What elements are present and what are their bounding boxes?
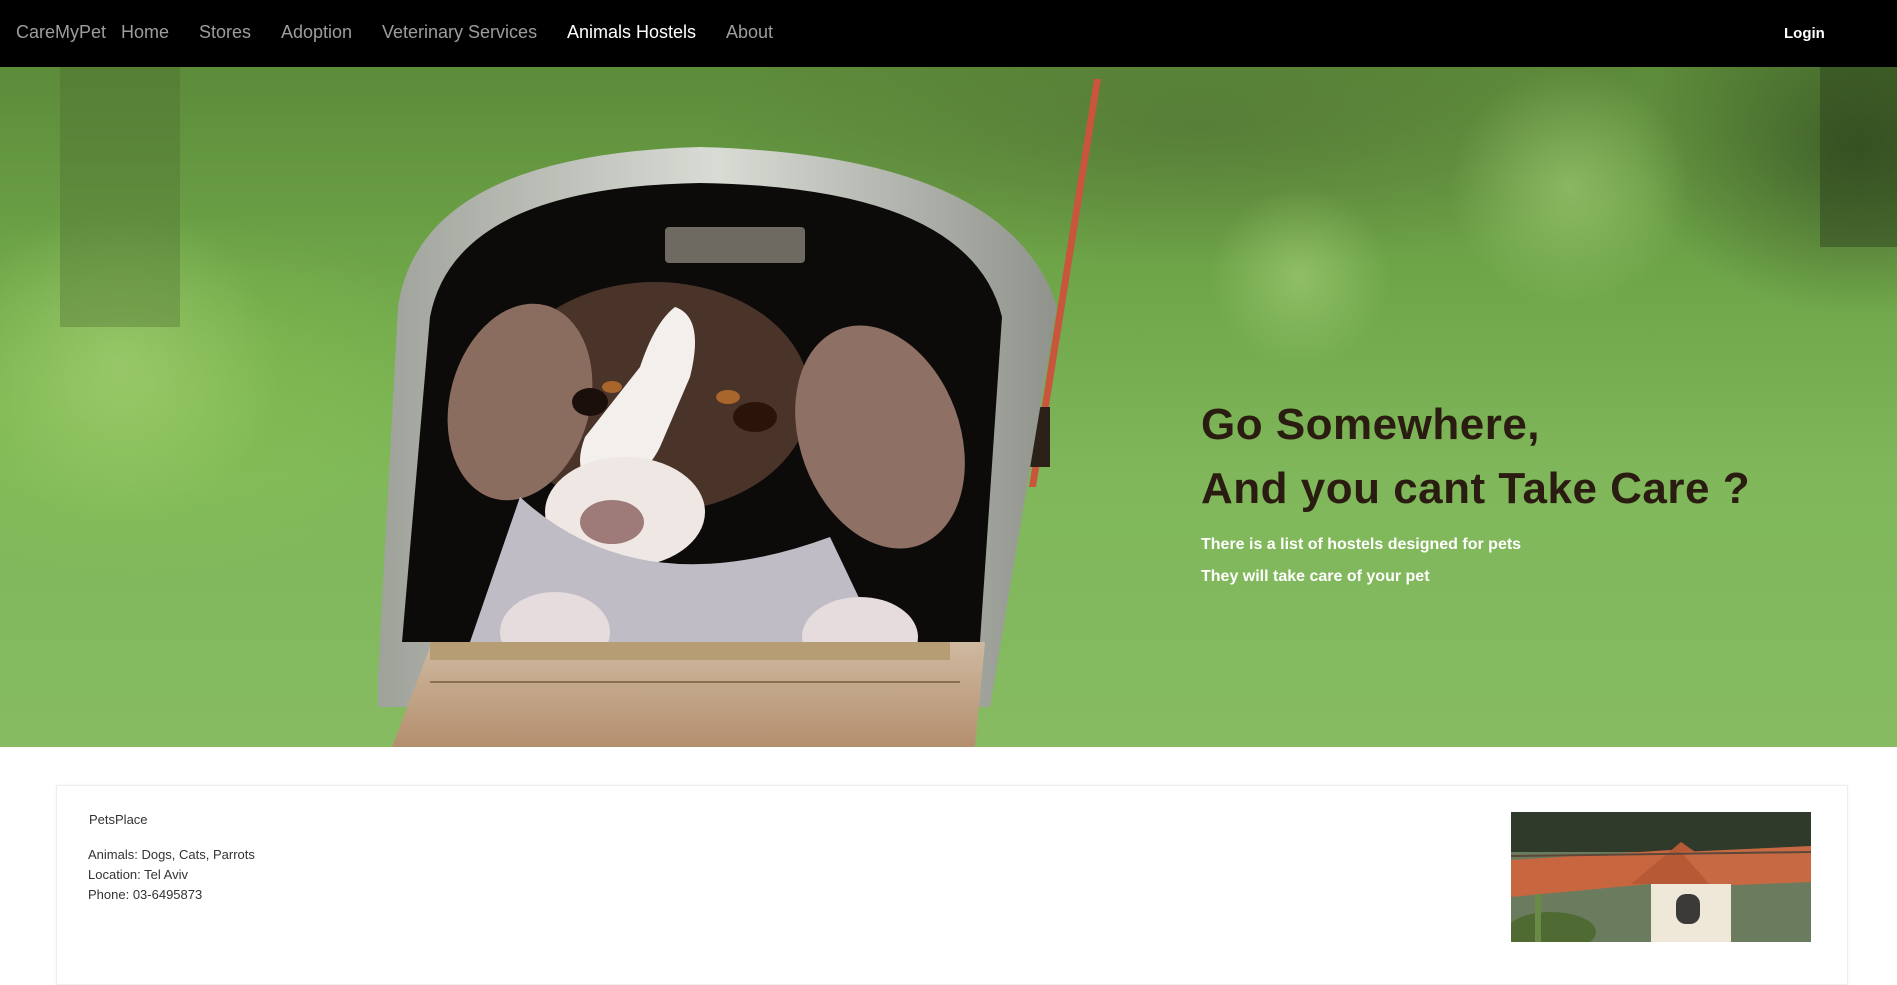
hostel-photo [1511, 812, 1811, 942]
login-button[interactable]: Login [1784, 25, 1825, 42]
hero-banner: Go Somewhere, And you cant Take Care ? T… [0, 67, 1897, 747]
hero-subtitle-line-1: There is a list of hostels designed for … [1201, 536, 1522, 553]
hero-title: Go Somewhere, And you cant Take Care ? [1201, 393, 1861, 521]
nav-link-veterinary-services[interactable]: Veterinary Services [382, 22, 537, 43]
nav-link-stores[interactable]: Stores [199, 22, 251, 43]
nav-link-adoption[interactable]: Adoption [281, 22, 352, 43]
hero-text-block: Go Somewhere, And you cant Take Care ? T… [1201, 393, 1861, 593]
hostel-building-image [1511, 812, 1811, 942]
hero-title-line-1: Go Somewhere, [1201, 400, 1541, 449]
nav-link-animals-hostels[interactable]: Animals Hostels [567, 22, 696, 43]
hero-title-line-2: And you cant Take Care ? [1201, 464, 1751, 513]
nav-link-about[interactable]: About [726, 22, 773, 43]
hero-subtitle-line-2: They will take care of your pet [1201, 568, 1430, 585]
hostel-name: PetsPlace [89, 812, 148, 827]
hostel-location: Location: Tel Aviv [88, 867, 188, 882]
top-navbar: CareMyPet Home Stores Adoption Veterinar… [0, 0, 1897, 67]
hero-subtitle: There is a list of hostels designed for … [1201, 529, 1861, 593]
hostel-phone: Phone: 03-6495873 [88, 887, 203, 902]
hostel-animals: Animals: Dogs, Cats, Parrots [88, 847, 255, 862]
hostel-card[interactable]: PetsPlace Animals: Dogs, Cats, Parrots L… [56, 785, 1848, 985]
brand-logo-link[interactable]: CareMyPet [16, 22, 106, 43]
nav-link-home[interactable]: Home [121, 22, 169, 43]
